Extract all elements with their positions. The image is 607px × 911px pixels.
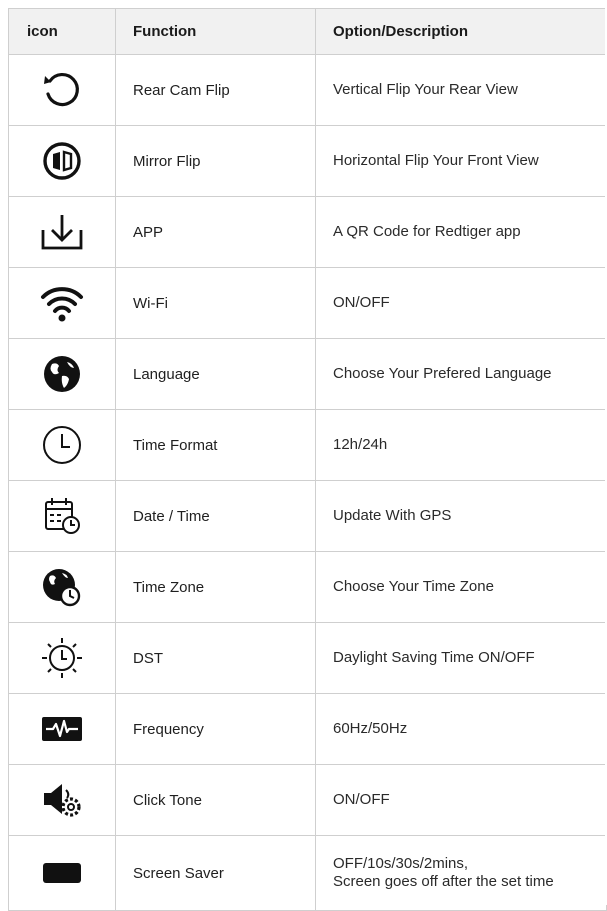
function-label: Click Tone (115, 764, 316, 836)
description-line-2: Screen goes off after the set time (333, 873, 554, 890)
table-row: Time Format 12h/24h (8, 409, 607, 481)
function-label: Frequency (115, 693, 316, 765)
function-label: Time Format (115, 409, 316, 481)
header-description: Option/Description (315, 8, 607, 55)
function-label: Screen Saver (115, 835, 316, 911)
wifi-icon (41, 287, 83, 322)
clock-icon (43, 426, 81, 464)
description-text: Horizontal Flip Your Front View (315, 125, 607, 197)
waveform-icon (42, 717, 82, 741)
table-row: Rear Cam Flip Vertical Flip Your Rear Vi… (8, 54, 607, 126)
function-label: DST (115, 622, 316, 694)
calendar-clock-icon (45, 498, 80, 534)
description-text: ON/OFF (315, 764, 607, 836)
table-row: Frequency 60Hz/50Hz (8, 693, 607, 765)
description-text: 12h/24h (315, 409, 607, 481)
globe-icon (44, 356, 80, 392)
description-text: 60Hz/50Hz (315, 693, 607, 765)
function-label: Date / Time (115, 480, 316, 552)
description-text: Update With GPS (315, 480, 607, 552)
description-text: OFF/10s/30s/2mins, Screen goes off after… (315, 835, 607, 911)
function-label: Language (115, 338, 316, 410)
table-header-row: icon Function Option/Description (8, 8, 607, 55)
table-row: Language Choose Your Prefered Language (8, 338, 607, 410)
sun-clock-icon (42, 638, 82, 678)
table-row: APP A QR Code for Redtiger app (8, 196, 607, 268)
table-row: Date / Time Update With GPS (8, 480, 607, 552)
function-label: Time Zone (115, 551, 316, 623)
screen-rect-icon (43, 863, 81, 883)
description-text: Choose Your Prefered Language (315, 338, 607, 410)
description-text: Choose Your Time Zone (315, 551, 607, 623)
mirror-flip-icon (43, 142, 81, 180)
table-row: Mirror Flip Horizontal Flip Your Front V… (8, 125, 607, 197)
settings-table: icon Function Option/Description Rear Ca… (8, 8, 607, 911)
description-text: Daylight Saving Time ON/OFF (315, 622, 607, 694)
function-label: APP (115, 196, 316, 268)
table-row: Time Zone Choose Your Time Zone (8, 551, 607, 623)
speaker-gear-icon (44, 784, 81, 817)
table-row: Click Tone ON/OFF (8, 764, 607, 836)
description-text: ON/OFF (315, 267, 607, 339)
header-icon: icon (8, 8, 116, 55)
table-row: DST Daylight Saving Time ON/OFF (8, 622, 607, 694)
function-label: Wi-Fi (115, 267, 316, 339)
table-row: Wi-Fi ON/OFF (8, 267, 607, 339)
download-icon (41, 215, 83, 250)
table-row: Screen Saver OFF/10s/30s/2mins, Screen g… (8, 835, 607, 911)
function-label: Mirror Flip (115, 125, 316, 197)
description-line-1: OFF/10s/30s/2mins, (333, 855, 469, 872)
globe-clock-icon (43, 569, 81, 607)
function-label: Rear Cam Flip (115, 54, 316, 126)
rotate-ccw-icon (44, 73, 79, 107)
description-text: Vertical Flip Your Rear View (315, 54, 607, 126)
header-function: Function (115, 8, 316, 55)
description-text: A QR Code for Redtiger app (315, 196, 607, 268)
